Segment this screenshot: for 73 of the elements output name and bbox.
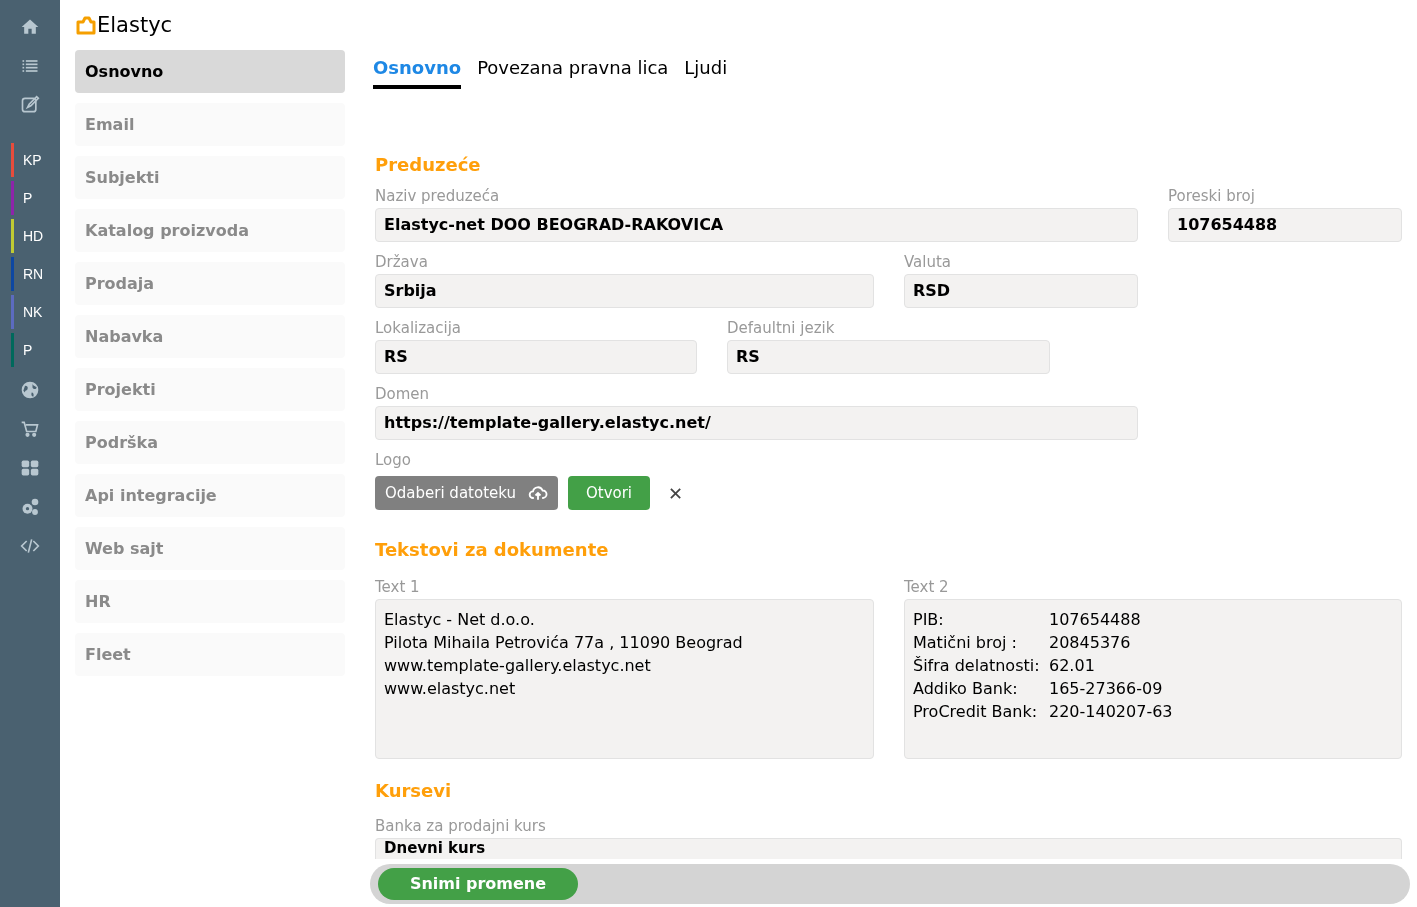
- edit-icon[interactable]: [20, 95, 40, 115]
- text-key: ProCredit Bank:: [913, 700, 1049, 723]
- rail-badge[interactable]: RN: [23, 263, 44, 285]
- text-value: 20845376: [1049, 632, 1131, 654]
- globe-icon[interactable]: [20, 380, 40, 400]
- text-area[interactable]: PIB: 107654488 Matični broj : 20845376 Šifra delatnosti: 62.01 Addiko Bank: 165-27366-09 ProCredit Bank: 220-140207-63: [904, 599, 1402, 759]
- text-area[interactable]: Elastyc - Net d.o.o. Pilota Mihaila Petrovića 77a , 11090 Beograd www.template-gallery.elastyc.net www.elastyc.net: [375, 599, 874, 759]
- rail-badge[interactable]: P: [23, 187, 33, 209]
- text-line: Pilota Mihaila Petrovića 77a , 11090 Beograd: [384, 632, 744, 654]
- menu-item[interactable]: Subjekti: [75, 156, 345, 199]
- menu-item[interactable]: Osnovno: [75, 50, 345, 93]
- text-line: www.template-gallery.elastyc.net: [384, 655, 652, 677]
- section-title: Preduzeće: [375, 153, 482, 177]
- text-value: 220-140207-63: [1049, 701, 1173, 723]
- menu-item[interactable]: Web sajt: [75, 527, 345, 570]
- field-label: Domen: [375, 384, 431, 404]
- field-label: Banka za prodajni kurs: [375, 816, 547, 836]
- menu-item[interactable]: Fleet: [75, 633, 345, 676]
- rail-badge[interactable]: KP: [23, 149, 42, 171]
- section-title: Tekstovi za dokumente: [375, 538, 610, 562]
- menu-item[interactable]: Podrška: [75, 421, 345, 464]
- text-key: PIB:: [913, 608, 1049, 631]
- field-label: Text 1: [375, 577, 421, 597]
- field-label: Naziv preduzeća: [375, 186, 501, 206]
- logo-icon: [75, 15, 97, 35]
- menu-item[interactable]: Api integracije: [75, 474, 345, 517]
- menu-item[interactable]: Prodaja: [75, 262, 345, 305]
- menu-item[interactable]: Katalog proizvoda: [75, 209, 345, 252]
- input-field[interactable]: https://template-gallery.elastyc.net/: [375, 406, 1138, 440]
- remove-button[interactable]: ✕: [668, 479, 684, 507]
- text-value: 107654488: [1049, 609, 1141, 631]
- text-key: Matični broj :: [913, 631, 1049, 654]
- code-icon[interactable]: [20, 536, 40, 556]
- section-title: Kursevi: [375, 779, 453, 803]
- input-field[interactable]: RS: [375, 340, 697, 374]
- input-field[interactable]: 107654488: [1168, 208, 1402, 242]
- text-value: 62.01: [1049, 655, 1095, 677]
- menu-item[interactable]: HR: [75, 580, 345, 623]
- input-field[interactable]: RSD: [904, 274, 1138, 308]
- rail-badge[interactable]: P: [23, 339, 33, 361]
- input-field[interactable]: Srbija: [375, 274, 874, 308]
- open-button[interactable]: Otvori: [568, 476, 650, 510]
- field-label: Poreski broj: [1168, 186, 1256, 206]
- tab[interactable]: Osnovno: [373, 54, 462, 89]
- rail-badge[interactable]: HD: [23, 225, 44, 247]
- input-field[interactable]: RS: [727, 340, 1050, 374]
- text-key: Addiko Bank:: [913, 677, 1049, 700]
- input-field[interactable]: Elastyc-net DOO BEOGRAD-RAKOVICA: [375, 208, 1138, 242]
- input-field[interactable]: Dnevni kurs: [375, 838, 1402, 859]
- dashboard-icon[interactable]: [20, 458, 40, 478]
- home-icon[interactable]: [20, 17, 40, 37]
- field-label: Defaultni jezik: [727, 318, 836, 338]
- tab[interactable]: Ljudi: [684, 54, 728, 89]
- menu-item[interactable]: Email: [75, 103, 345, 146]
- field-label: Logo: [375, 450, 412, 470]
- rail-badge[interactable]: NK: [23, 301, 43, 323]
- text-line: www.elastyc.net: [384, 678, 517, 700]
- field-label: Lokalizacija: [375, 318, 463, 338]
- cloud-upload-icon: [528, 483, 548, 503]
- text-value: 165-27366-09: [1049, 678, 1163, 700]
- save-button[interactable]: Snimi promene: [378, 868, 578, 900]
- text-line: Elastyc - Net d.o.o.: [384, 609, 536, 631]
- settings-icon[interactable]: [20, 497, 40, 517]
- field-label: Država: [375, 252, 429, 272]
- text-key: Šifra delatnosti:: [913, 654, 1049, 677]
- menu-item[interactable]: Projekti: [75, 368, 345, 411]
- cart-icon[interactable]: [20, 419, 40, 439]
- choose-file-button[interactable]: Odaberi datoteku: [375, 476, 558, 510]
- tab[interactable]: Povezana pravna lica: [477, 54, 669, 89]
- field-label: Valuta: [904, 252, 953, 272]
- field-label: Text 2: [904, 577, 950, 597]
- menu-item[interactable]: Nabavka: [75, 315, 345, 358]
- logo-text: Elastyc: [97, 14, 173, 36]
